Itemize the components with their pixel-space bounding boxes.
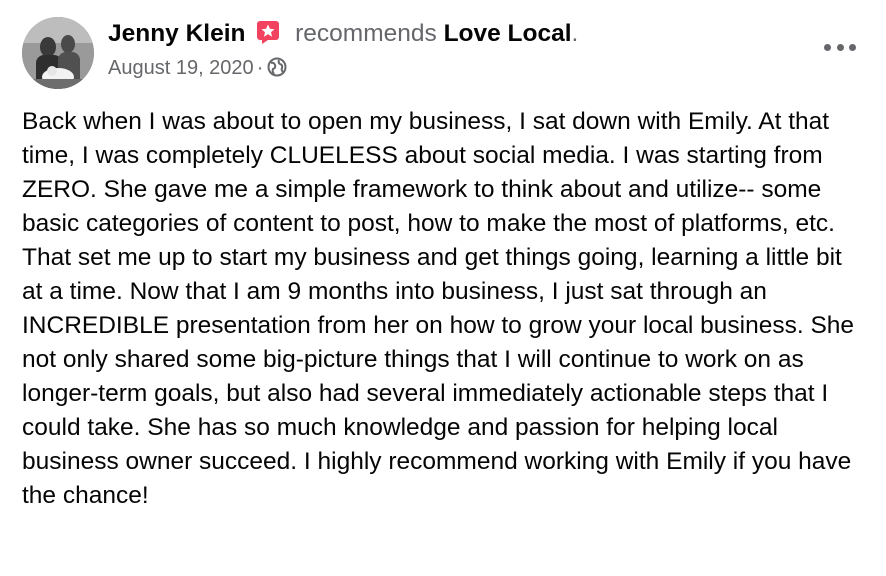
title-period: . xyxy=(571,20,579,47)
post-body: Back when I was about to open my busines… xyxy=(22,108,855,509)
recommendation-badge-icon xyxy=(256,20,280,54)
post-meta: Jenny Klein recommends Love Local. Augus… xyxy=(108,17,816,84)
post-date[interactable]: August 19, 2020 xyxy=(108,57,254,79)
avatar[interactable] xyxy=(22,17,94,89)
page-name[interactable]: Love Local xyxy=(444,20,572,47)
post-header: Jenny Klein recommends Love Local. Augus… xyxy=(22,17,856,93)
post-title-line: Jenny Klein recommends Love Local. xyxy=(108,17,816,54)
avatar-photo xyxy=(22,17,94,89)
date-separator: · xyxy=(256,57,264,79)
action-verb: recommends xyxy=(295,20,437,47)
author-name[interactable]: Jenny Klein xyxy=(108,20,246,47)
globe-icon[interactable] xyxy=(267,57,287,84)
post-date-line: August 19, 2020 · xyxy=(108,55,816,84)
more-options-icon[interactable] xyxy=(824,37,856,57)
recommendation-post: Jenny Klein recommends Love Local. Augus… xyxy=(0,0,886,576)
more-dot xyxy=(824,43,831,51)
more-dot xyxy=(836,43,844,51)
more-dot xyxy=(849,43,856,51)
